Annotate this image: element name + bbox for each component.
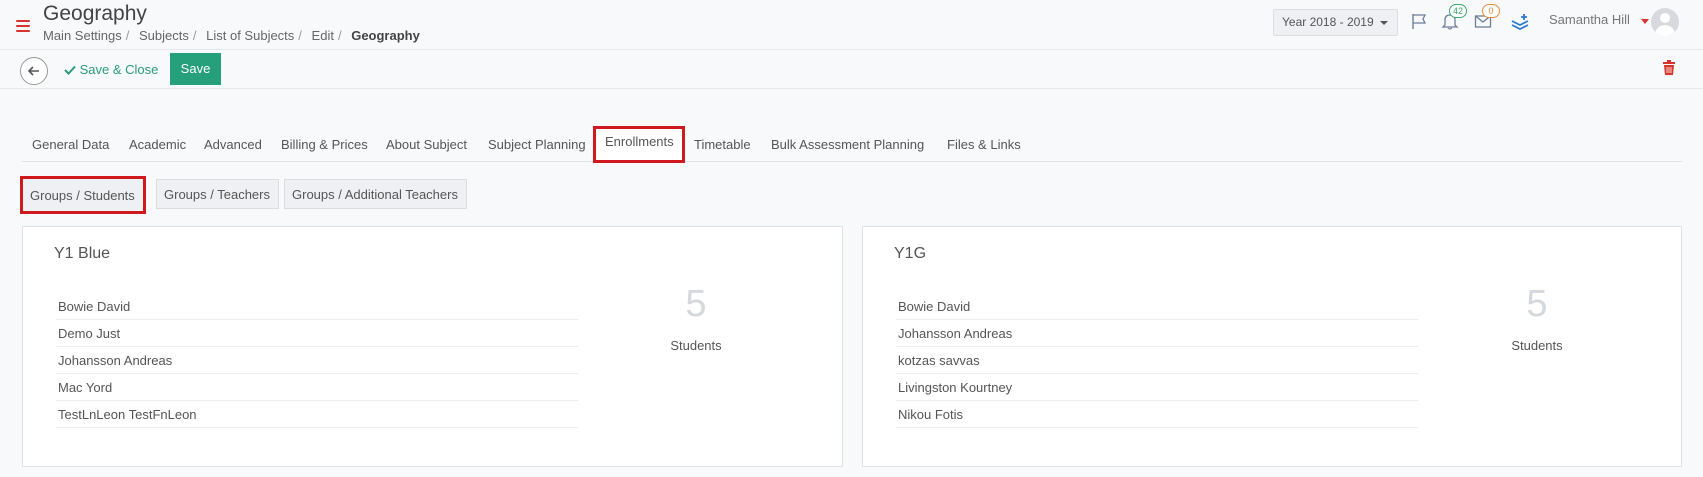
layers-icon[interactable] [1510, 12, 1530, 32]
subtab-groups-teachers[interactable]: Groups / Teachers [156, 179, 279, 209]
tab-billing-prices[interactable]: Billing & Prices [281, 137, 368, 152]
group-card: Y1G Bowie David Johansson Andreas kotzas… [862, 226, 1682, 467]
list-item[interactable]: Livingston Kourtney [896, 374, 1418, 401]
subject-tabs: General Data Academic Advanced Billing &… [22, 126, 1682, 163]
save-and-close-button[interactable]: Save & Close [64, 62, 158, 77]
user-name[interactable]: Samantha Hill [1549, 12, 1630, 27]
flag-icon[interactable] [1410, 12, 1430, 32]
avatar[interactable] [1651, 8, 1679, 36]
tab-bulk-assessment-planning[interactable]: Bulk Assessment Planning [771, 137, 924, 152]
envelope-icon[interactable]: 0 [1474, 4, 1500, 32]
tab-general-data[interactable]: General Data [32, 137, 109, 152]
action-toolbar: Save & Close Save [0, 51, 1703, 89]
subtab-groups-students[interactable]: Groups / Students [20, 176, 146, 214]
notifications-badge: 42 [1449, 4, 1468, 18]
check-icon [64, 65, 76, 75]
year-select-value: Year 2018 - 2019 [1282, 15, 1374, 29]
group-card: Y1 Blue Bowie David Demo Just Johansson … [22, 226, 843, 467]
breadcrumb-separator: / [337, 28, 342, 43]
breadcrumb-edit[interactable]: Edit [312, 28, 334, 43]
tab-advanced[interactable]: Advanced [204, 137, 262, 152]
tab-about-subject[interactable]: About Subject [386, 137, 467, 152]
top-header: Geography Main Settings / Subjects / List … [0, 0, 1703, 50]
list-item[interactable]: kotzas savvas [896, 347, 1418, 374]
bell-icon[interactable]: 42 [1441, 4, 1468, 32]
page-title: Geography [43, 2, 147, 25]
back-button[interactable] [20, 57, 48, 85]
messages-badge: 0 [1482, 4, 1500, 18]
save-button[interactable]: Save [170, 53, 221, 85]
list-item[interactable]: Bowie David [56, 293, 578, 320]
breadcrumb-separator: / [125, 28, 130, 43]
breadcrumb-current: Geography [351, 28, 420, 43]
hamburger-menu-icon[interactable] [16, 20, 30, 32]
year-select[interactable]: Year 2018 - 2019 [1273, 9, 1398, 36]
group-name: Y1G [894, 245, 927, 262]
breadcrumb: Main Settings / Subjects / List of Subject… [43, 28, 420, 43]
save-and-close-label: Save & Close [79, 62, 159, 77]
list-item[interactable]: Mac Yord [56, 374, 578, 401]
list-item[interactable]: Johansson Andreas [896, 320, 1418, 347]
student-count: 5 [685, 283, 707, 325]
breadcrumb-separator: / [298, 28, 302, 43]
list-item[interactable]: Nikou Fotis [896, 401, 1418, 428]
student-count-label: Students [670, 338, 722, 353]
breadcrumb-separator: / [192, 28, 197, 43]
subtab-groups-additional-teachers[interactable]: Groups / Additional Teachers [284, 179, 467, 209]
student-list: Bowie David Johansson Andreas kotzas sav… [896, 293, 1418, 428]
arrow-left-icon [27, 66, 39, 76]
group-name: Y1 Blue [54, 245, 111, 262]
chevron-down-icon [1379, 20, 1388, 25]
list-item[interactable]: Bowie David [896, 293, 1418, 320]
user-menu-caret-icon[interactable] [1641, 19, 1649, 24]
student-list: Bowie David Demo Just Johansson Andreas … [56, 293, 578, 428]
tab-academic[interactable]: Academic [129, 137, 186, 152]
breadcrumb-subjects[interactable]: Subjects [139, 28, 189, 43]
tab-subject-planning[interactable]: Subject Planning [488, 137, 586, 152]
breadcrumb-main-settings[interactable]: Main Settings [43, 28, 122, 43]
trash-icon[interactable] [1662, 60, 1676, 76]
list-item[interactable]: Demo Just [56, 320, 578, 347]
tab-files-links[interactable]: Files & Links [947, 137, 1021, 152]
list-item[interactable]: Johansson Andreas [56, 347, 578, 374]
student-count: 5 [1526, 283, 1548, 325]
list-item[interactable]: TestLnLeon TestFnLeon [56, 401, 578, 428]
tab-enrollments[interactable]: Enrollments [593, 126, 685, 163]
student-count-label: Students [1511, 338, 1563, 353]
breadcrumb-list-of-subjects[interactable]: List of Subjects [206, 28, 294, 43]
tab-timetable[interactable]: Timetable [694, 137, 751, 152]
